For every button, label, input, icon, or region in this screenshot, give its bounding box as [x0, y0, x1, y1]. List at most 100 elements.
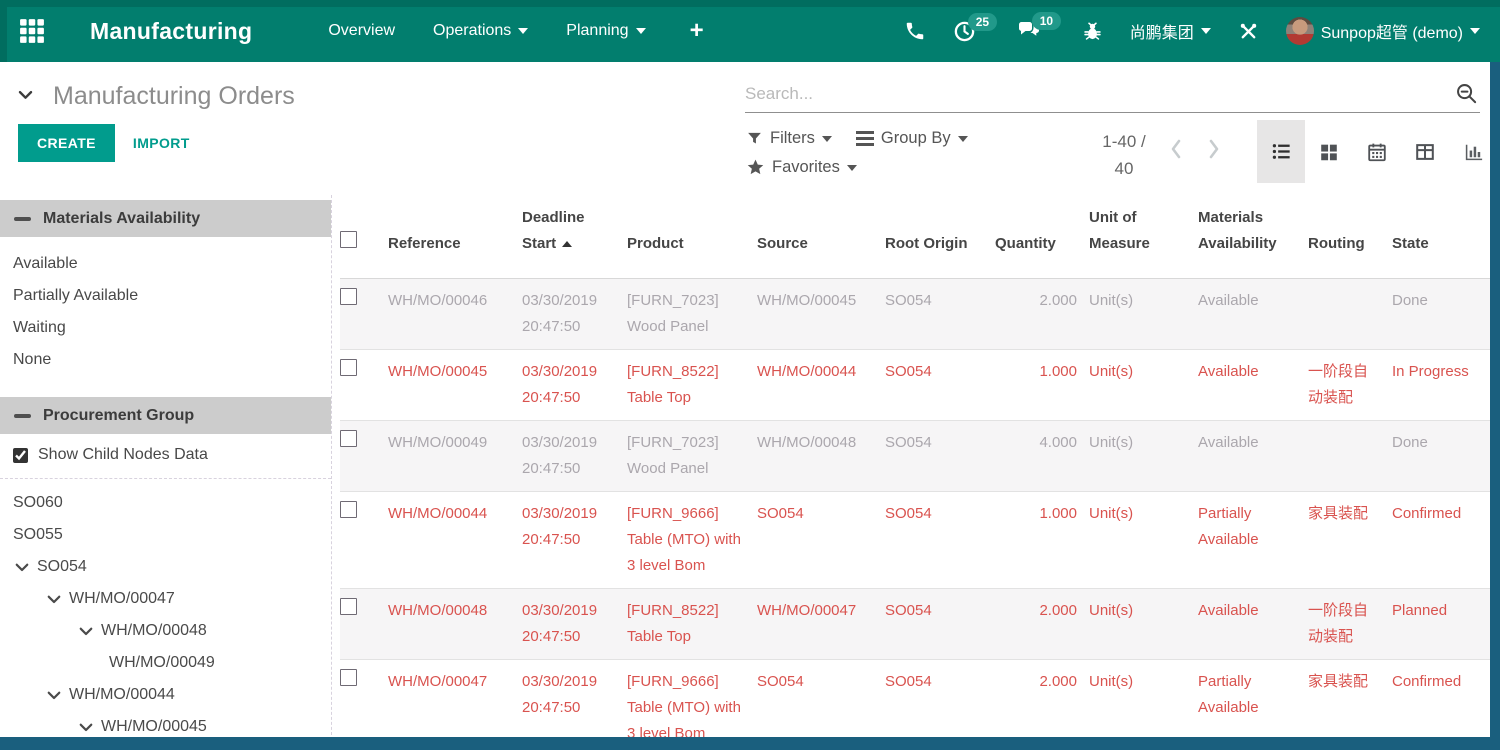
search-zoom-icon[interactable] [1455, 82, 1478, 110]
tree-item[interactable]: SO054 [0, 551, 331, 583]
search-input[interactable] [745, 76, 1480, 113]
pivot-view-button[interactable] [1401, 120, 1449, 183]
column-unit-of-measure[interactable]: Unit of Measure [1089, 195, 1198, 279]
phone-icon [904, 20, 926, 42]
row-checkbox[interactable] [340, 669, 357, 686]
cell-state: In Progress [1392, 350, 1490, 421]
column-deadline-start[interactable]: Deadline Start [522, 195, 627, 279]
app-window: Manufacturing Overview Operations Planni… [0, 0, 1500, 750]
chevron-down-icon [1201, 28, 1211, 34]
tree-item[interactable]: WH/MO/00049 [0, 647, 331, 679]
pager-total: 40 [1115, 159, 1134, 178]
support-tools-button[interactable] [1238, 21, 1259, 42]
chevron-down-icon[interactable] [45, 590, 63, 608]
add-menu-button[interactable]: + [690, 19, 704, 43]
row-checkbox[interactable] [340, 598, 357, 615]
favorites-dropdown[interactable]: Favorites [746, 158, 857, 177]
cell-uom: Unit(s) [1089, 279, 1198, 350]
row-checkbox[interactable] [340, 501, 357, 518]
cell-reference: WH/MO/00049 [388, 421, 522, 492]
cell-availability: Available [1198, 421, 1308, 492]
voip-phone-button[interactable] [904, 20, 926, 42]
chevron-down-icon[interactable] [77, 622, 95, 640]
favorites-icon [746, 158, 765, 177]
window-bottom-edge [0, 737, 1500, 750]
cell-source: WH/MO/00044 [757, 350, 885, 421]
cell-quantity: 1.000 [995, 350, 1089, 421]
row-checkbox[interactable] [340, 288, 357, 305]
chevron-down-icon[interactable] [45, 686, 63, 704]
cell-source: WH/MO/00045 [757, 279, 885, 350]
cell-product: [FURN_7023] Wood Panel [627, 279, 757, 350]
filter-waiting[interactable]: Waiting [0, 312, 331, 344]
show-child-nodes-checkbox[interactable] [13, 448, 28, 463]
list-view-button[interactable] [1257, 120, 1305, 183]
table-row[interactable]: WH/MO/00048 03/30/201920:47:50 [FURN_852… [340, 589, 1490, 660]
column-routing[interactable]: Routing [1308, 195, 1392, 279]
main-content: Materials Availability Available Partial… [0, 195, 1500, 750]
section-materials-availability[interactable]: Materials Availability [0, 200, 331, 237]
chevron-down-icon[interactable] [13, 558, 31, 576]
messages-badge: 10 [1032, 12, 1061, 30]
row-checkbox[interactable] [340, 430, 357, 447]
cell-source: SO054 [757, 492, 885, 589]
cell-state: Done [1392, 279, 1490, 350]
cell-quantity: 2.000 [995, 589, 1089, 660]
pager-next-button[interactable] [1206, 138, 1222, 160]
tree-item[interactable]: SO060 [0, 487, 331, 519]
filter-none[interactable]: None [0, 344, 331, 376]
table-row[interactable]: WH/MO/00046 03/30/201920:47:50 [FURN_702… [340, 279, 1490, 350]
cell-routing: 一阶段自动装配 [1308, 350, 1392, 421]
view-switcher [1257, 120, 1497, 183]
filters-dropdown[interactable]: Filters [746, 129, 832, 148]
menu-overview[interactable]: Overview [328, 22, 395, 40]
tree-item[interactable]: WH/MO/00044 [0, 679, 331, 711]
apps-grid-icon[interactable] [18, 17, 46, 45]
table-row[interactable]: WH/MO/00049 03/30/201920:47:50 [FURN_702… [340, 421, 1490, 492]
breadcrumb-collapse-icon[interactable] [16, 85, 35, 109]
column-state[interactable]: State [1392, 195, 1490, 279]
column-materials-availability[interactable]: Materials Availability [1198, 195, 1308, 279]
cell-availability: Available [1198, 279, 1308, 350]
pager-range: 1-40 / [1102, 132, 1145, 151]
table-row[interactable]: WH/MO/00044 03/30/201920:47:50 [FURN_966… [340, 492, 1490, 589]
table-row[interactable]: WH/MO/00045 03/30/201920:47:50 [FURN_852… [340, 350, 1490, 421]
cell-product: [FURN_9666] Table (MTO) with 3 level Bom [627, 492, 757, 589]
cell-root-origin: SO054 [885, 421, 995, 492]
cell-quantity: 2.000 [995, 279, 1089, 350]
column-quantity[interactable]: Quantity [995, 195, 1089, 279]
messages-button[interactable]: 10 [1017, 19, 1041, 43]
row-checkbox[interactable] [340, 359, 357, 376]
calendar-view-button[interactable] [1353, 120, 1401, 183]
section-procurement-group[interactable]: Procurement Group [0, 397, 331, 434]
select-all-checkbox[interactable] [340, 231, 357, 248]
collapse-dash-icon [14, 414, 31, 418]
column-root-origin[interactable]: Root Origin [885, 195, 995, 279]
filter-partially-available[interactable]: Partially Available [0, 280, 331, 312]
filter-available[interactable]: Available [0, 248, 331, 280]
menu-operations[interactable]: Operations [433, 22, 528, 40]
tree-item[interactable]: WH/MO/00048 [0, 615, 331, 647]
group-by-dropdown[interactable]: Group By [856, 128, 968, 149]
cell-root-origin: SO054 [885, 350, 995, 421]
column-product[interactable]: Product [627, 195, 757, 279]
import-button[interactable]: IMPORT [133, 135, 190, 151]
column-reference[interactable]: Reference [388, 195, 522, 279]
menu-planning[interactable]: Planning [566, 22, 645, 40]
company-switcher[interactable]: 尚鹏集团 [1130, 19, 1211, 43]
cell-deadline: 03/30/201920:47:50 [522, 492, 627, 589]
collapse-dash-icon [14, 217, 31, 221]
column-source[interactable]: Source [757, 195, 885, 279]
debug-button[interactable] [1082, 21, 1103, 42]
chevron-down-icon [1470, 28, 1480, 34]
tools-icon [1238, 21, 1259, 42]
activities-button[interactable]: 25 [953, 20, 976, 43]
chevron-down-icon[interactable] [77, 718, 95, 736]
create-button[interactable]: CREATE [18, 124, 115, 162]
app-title[interactable]: Manufacturing [90, 18, 252, 45]
user-menu[interactable]: Sunpop超管 (demo) [1286, 17, 1480, 45]
pager-previous-button[interactable] [1168, 138, 1184, 160]
kanban-view-button[interactable] [1305, 120, 1353, 183]
tree-item[interactable]: SO055 [0, 519, 331, 551]
tree-item[interactable]: WH/MO/00047 [0, 583, 331, 615]
